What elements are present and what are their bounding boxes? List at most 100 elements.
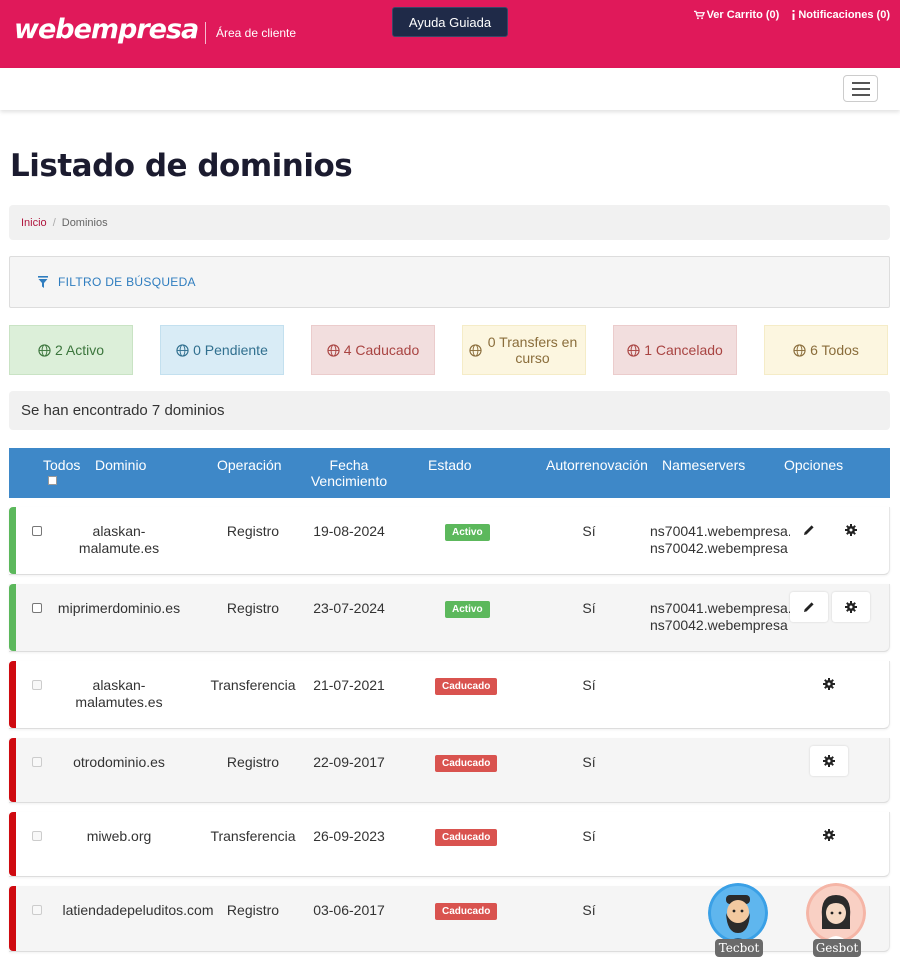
row-checkbox[interactable]: [32, 526, 42, 536]
domain-name[interactable]: miprimerdominio.es: [49, 600, 189, 617]
page-title: Listado de dominios: [10, 148, 353, 184]
settings-button[interactable]: [810, 669, 848, 699]
domain-name[interactable]: latiendadepeluditos.com: [53, 902, 223, 919]
status-filter-label: 2 Activo: [54, 342, 105, 358]
edit-button[interactable]: [790, 592, 828, 622]
bearded-man-avatar-icon: [708, 883, 768, 943]
ayuda-guiada-button[interactable]: Ayuda Guiada: [392, 7, 508, 37]
hamburger-icon: [851, 81, 870, 84]
status-filter-label: 6 Todos: [810, 342, 859, 358]
status-filter-caducado[interactable]: 4 Caducado: [311, 325, 435, 375]
nameservers: ns70041.webempresa. ns70042.webempresa: [650, 600, 790, 633]
edit-button[interactable]: [790, 515, 828, 545]
top-header: webempresa Área de cliente Ayuda Guiada …: [0, 0, 900, 68]
table-row: alaskan- malamute.es Registro 19-08-2024…: [9, 507, 890, 575]
notifications-link[interactable]: Notificaciones (0): [791, 9, 890, 21]
gesbot-label: Gesbot: [813, 939, 861, 957]
domain-name[interactable]: alaskan- malamutes.es: [49, 677, 189, 711]
gear-icon: [845, 601, 857, 613]
autorenew-value: Sí: [582, 754, 596, 770]
row-checkbox: [32, 680, 42, 690]
filter-icon: [38, 276, 48, 288]
select-all-checkbox[interactable]: [48, 476, 57, 485]
row-checkbox[interactable]: [32, 603, 42, 613]
row-status-bar: [9, 738, 16, 802]
status-filter-label: 0 Transfers en curso: [487, 334, 578, 366]
row-checkbox: [32, 905, 42, 915]
status-filter-activo[interactable]: 2 Activo: [9, 325, 133, 375]
header-operacion[interactable]: Operación: [217, 457, 282, 473]
webempresa-logo[interactable]: webempresa: [14, 14, 199, 45]
status-filter-cancelado[interactable]: 1 Cancelado: [613, 325, 737, 375]
woman-avatar-icon: [806, 883, 866, 943]
status-filter-label: 1 Cancelado: [644, 342, 723, 358]
tecbot-label: Tecbot: [715, 939, 763, 957]
globe-icon: [793, 343, 806, 357]
header-fecha[interactable]: Fecha Vencimiento: [309, 457, 389, 489]
autorenew-value: Sí: [582, 677, 596, 693]
operation: Registro: [226, 754, 280, 770]
table-row: alaskan- malamutes.es Transferencia 21-0…: [9, 661, 890, 729]
gesbot-avatar: [806, 883, 866, 943]
row-checkbox: [32, 757, 42, 767]
expiry-date: 23-07-2024: [313, 600, 385, 616]
settings-button[interactable]: [832, 592, 870, 622]
globe-icon: [627, 343, 640, 357]
gear-icon: [823, 678, 835, 690]
status-badge: Activo: [445, 601, 490, 618]
globe-icon: [38, 343, 51, 357]
menu-toggle-button[interactable]: [843, 75, 878, 102]
settings-button[interactable]: [810, 746, 848, 776]
header-fecha-line2: Vencimiento: [310, 473, 388, 489]
domain-name[interactable]: miweb.org: [49, 828, 189, 845]
domain-name[interactable]: alaskan- malamute.es: [49, 523, 189, 557]
header-dominio[interactable]: Dominio: [95, 457, 146, 473]
globe-icon: [469, 343, 482, 357]
globe-icon: [327, 343, 340, 357]
header-autorrenovacion[interactable]: Autorrenovación: [546, 457, 648, 473]
search-filter-label: FILTRO DE BÚSQUEDA: [58, 275, 196, 289]
gear-icon: [823, 755, 835, 767]
domains-table-header: Todos Dominio Operación Fecha Vencimient…: [9, 448, 890, 498]
autorenew-value: Sí: [582, 902, 596, 918]
status-badge: Caducado: [435, 755, 498, 772]
status-filter-transfers[interactable]: 0 Transfers en curso: [462, 325, 586, 375]
header-nameservers: Nameservers: [662, 457, 746, 473]
sub-navbar: [0, 68, 900, 110]
breadcrumb-home-link[interactable]: Inicio: [21, 217, 47, 229]
row-status-bar: [9, 584, 16, 651]
status-badge: Caducado: [435, 829, 498, 846]
status-filter-todos[interactable]: 6 Todos: [764, 325, 888, 375]
expiry-date: 19-08-2024: [313, 523, 385, 539]
status-badge: Caducado: [435, 678, 498, 695]
cart-link[interactable]: Ver Carrito (0): [693, 9, 779, 21]
status-badge: Caducado: [435, 903, 498, 920]
nameservers: ns70041.webempresa. ns70042.webempresa: [650, 523, 790, 556]
status-badge: Activo: [445, 524, 490, 541]
row-status-bar: [9, 886, 16, 951]
header-todos: Todos: [43, 457, 81, 473]
expiry-date: 03-06-2017: [313, 902, 385, 918]
row-status-bar: [9, 812, 16, 876]
operation: Registro: [226, 902, 280, 918]
results-summary: Se han encontrado 7 dominios: [9, 391, 890, 430]
operation: Transferencia: [210, 828, 296, 844]
gear-icon: [823, 829, 835, 841]
settings-button[interactable]: [832, 515, 870, 545]
gear-icon: [845, 524, 857, 536]
tecbot-avatar: [708, 883, 768, 943]
header-estado[interactable]: Estado: [428, 457, 472, 473]
table-row: miprimerdominio.es Registro 23-07-2024 A…: [9, 584, 890, 652]
autorenew-value: Sí: [582, 828, 596, 844]
row-checkbox: [32, 831, 42, 841]
row-status-bar: [9, 661, 16, 728]
row-status-bar: [9, 507, 16, 574]
top-links: Ver Carrito (0) Notificaciones (0): [693, 9, 890, 21]
table-row: miweb.org Transferencia 26-09-2023 Caduc…: [9, 812, 890, 877]
area-cliente-label: Área de cliente: [216, 26, 297, 40]
domain-name[interactable]: otrodominio.es: [49, 754, 189, 771]
header-opciones: Opciones: [784, 457, 844, 473]
settings-button[interactable]: [810, 820, 848, 850]
status-filter-pendiente[interactable]: 0 Pendiente: [160, 325, 284, 375]
search-filter-toggle[interactable]: FILTRO DE BÚSQUEDA: [9, 256, 890, 308]
